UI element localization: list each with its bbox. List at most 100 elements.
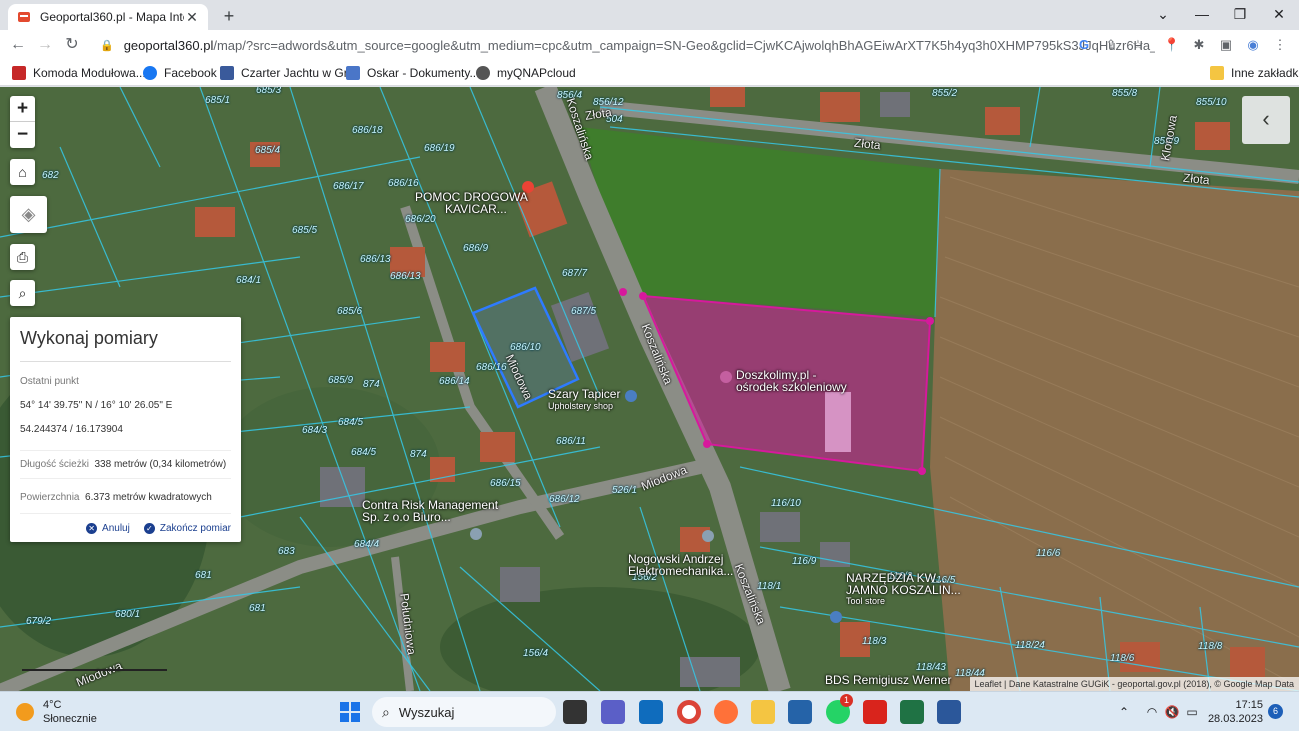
temperature: 4°C — [43, 699, 62, 711]
battery-icon[interactable]: ▭ — [1184, 692, 1200, 731]
google-translate-icon[interactable]: G — [1074, 35, 1094, 55]
reload-icon[interactable]: ↻ — [60, 33, 84, 57]
volume-muted-icon[interactable]: 🔇 — [1164, 692, 1180, 731]
lock-icon: 🔒 — [100, 39, 114, 52]
chrome-icon[interactable] — [677, 700, 701, 724]
bookmark-komoda[interactable]: Komoda Modułowa... — [12, 64, 146, 82]
whatsapp-icon[interactable]: 1 — [826, 694, 853, 724]
geoportal-favicon-icon — [18, 12, 30, 22]
panel-title: Wykonaj pomiary — [20, 317, 231, 362]
parcel-label: 679/2 — [26, 616, 52, 627]
tab-search-chevron-icon[interactable]: ⌄ — [1145, 0, 1181, 30]
bookmark-favicon-icon — [12, 66, 26, 80]
zoom-in-button[interactable]: + — [10, 96, 35, 122]
file-explorer-icon[interactable] — [751, 700, 775, 724]
tab-close-icon[interactable]: ✕ — [184, 9, 200, 26]
map-canvas[interactable]: 685/1 686/18 686/19 685/4 682 686/17 686… — [0, 87, 1299, 691]
parcel-label: 855/10 — [1196, 97, 1227, 108]
wifi-icon[interactable]: ◠ — [1144, 692, 1160, 731]
poi-label[interactable]: POMOC DROGOWA KAVICAR... — [415, 191, 528, 215]
tray-chevron-up-icon[interactable]: ⌃ — [1116, 692, 1132, 731]
new-tab-button[interactable]: + — [218, 6, 240, 28]
parcel-label: 681 — [249, 603, 266, 614]
task-view-icon[interactable] — [563, 700, 587, 724]
parcel-label: 681 — [195, 570, 212, 581]
menu-kebab-icon[interactable]: ⋮ — [1270, 35, 1290, 55]
back-arrow-icon[interactable]: ← — [6, 33, 30, 57]
windows-taskbar: 4°C Słonecznie ⌕ Wyszukaj 1 ⌃ ◠ 🔇 ▭ 17:1… — [0, 691, 1299, 731]
poi-label[interactable]: Szary Tapicer Upholstery shop — [548, 388, 620, 412]
address-bar[interactable]: 🔒 geoportal360.pl/map/?src=adwords&utm_s… — [90, 32, 1155, 58]
sun-icon — [16, 703, 34, 721]
maximize-button[interactable]: ❐ — [1222, 0, 1258, 30]
cancel-x-icon: ✕ — [86, 523, 98, 534]
zoom-control: + − — [10, 96, 35, 148]
bookmark-facebook[interactable]: Facebook — [143, 64, 217, 82]
zoom-out-button[interactable]: − — [10, 122, 35, 148]
parcel-label: 685/6 — [337, 306, 363, 317]
start-button[interactable] — [340, 702, 360, 722]
bookmark-oskar[interactable]: Oskar - Dokumenty... — [346, 64, 479, 82]
word-icon[interactable] — [937, 700, 961, 724]
side-panel-icon[interactable]: ▣ — [1216, 35, 1236, 55]
path-length-value: 338 metrów (0,34 kilometrów) — [94, 459, 227, 470]
app-icon[interactable] — [788, 700, 812, 724]
cancel-button[interactable]: ✕ Anuluj — [86, 523, 130, 534]
poi-label[interactable]: Contra Risk Management Sp. z o.o Biuro... — [362, 499, 498, 523]
acrobat-icon[interactable] — [863, 700, 887, 724]
tab-geoportal[interactable]: Geoportal360.pl - Mapa Interakt ✕ — [8, 4, 208, 30]
collapse-panel-button[interactable]: ‹ — [1242, 96, 1290, 144]
excel-icon[interactable] — [900, 700, 924, 724]
bookmark-star-icon[interactable]: ☆ — [1128, 35, 1148, 55]
print-button[interactable]: ⎙ — [10, 244, 35, 270]
scale-bar — [22, 667, 167, 671]
weather-condition: Słonecznie — [43, 713, 97, 725]
bookmark-myqnap[interactable]: myQNAPcloud — [476, 64, 576, 82]
poi-label[interactable]: BDS Remigiusz Werner — [825, 674, 951, 686]
parcel-label: 874 — [363, 379, 380, 390]
other-bookmarks[interactable]: Inne zakładki — [1210, 64, 1299, 82]
poi-label[interactable]: Tool store — [846, 595, 885, 607]
search-button[interactable]: ⌕ — [10, 280, 35, 306]
bookmarks-bar: Komoda Modułowa... Facebook Czarter Jach… — [0, 60, 1299, 86]
map-pin-extension-icon[interactable]: 📍 — [1162, 35, 1182, 55]
folder-icon — [1210, 66, 1224, 80]
close-window-button[interactable]: ✕ — [1261, 0, 1297, 30]
parcel-label: 156/4 — [523, 648, 549, 659]
minimize-button[interactable]: — — [1184, 0, 1220, 30]
parcel-label: 526/1 — [612, 485, 638, 496]
parcel-label: 685/3 — [256, 87, 282, 96]
outlook-icon[interactable] — [639, 700, 663, 724]
taskbar-search[interactable]: ⌕ Wyszukaj — [372, 697, 556, 727]
firefox-icon[interactable] — [714, 700, 738, 724]
parcel-label: 686/13 — [360, 254, 391, 265]
notification-badge[interactable]: 6 — [1268, 704, 1283, 719]
bookmark-czarter[interactable]: Czarter Jachtu w Gr... — [220, 64, 357, 82]
last-point-section: Ostatni punkt 54° 14' 39.75" N / 16° 10'… — [20, 362, 231, 451]
parcel-label: 686/16 — [476, 362, 507, 373]
teams-icon[interactable] — [601, 700, 625, 724]
extensions-puzzle-icon[interactable]: ✱ — [1189, 35, 1209, 55]
share-icon[interactable]: ⇪ — [1101, 35, 1121, 55]
panel-actions: ✕ Anuluj ✓ Zakończ pomiar — [20, 514, 231, 534]
weather-widget[interactable]: 4°C Słonecznie — [16, 698, 97, 726]
globe-icon — [476, 66, 490, 80]
parcel-label: 684/1 — [236, 275, 262, 286]
street-label: Złota — [853, 135, 882, 153]
area-label: Powierzchnia — [20, 492, 80, 503]
parcel-label: 874 — [410, 449, 427, 460]
poi-label[interactable]: NARZĘDZIA KW... JAMNO KOSZALIN... — [846, 572, 961, 596]
layers-button[interactable]: ◈ — [10, 196, 47, 233]
poi-label[interactable]: Nogowski Andrzej Elektromechanika... — [628, 553, 733, 577]
clock[interactable]: 17:15 28.03.2023 — [1207, 698, 1263, 726]
last-point-label: Ostatni punkt — [20, 376, 79, 387]
docs-icon — [346, 66, 360, 80]
profile-icon[interactable]: ◉ — [1243, 35, 1263, 55]
home-button[interactable]: ⌂ — [10, 159, 35, 185]
parcel-label: 686/15 — [490, 478, 521, 489]
forward-arrow-icon[interactable]: → — [33, 33, 57, 57]
parcel-label: 855/2 — [932, 88, 958, 99]
finish-measure-button[interactable]: ✓ Zakończ pomiar — [143, 523, 231, 534]
poi-label[interactable]: Doszkolimy.pl - ośrodek szkoleniowy — [736, 369, 847, 393]
parcel-label: 684/3 — [302, 425, 328, 436]
